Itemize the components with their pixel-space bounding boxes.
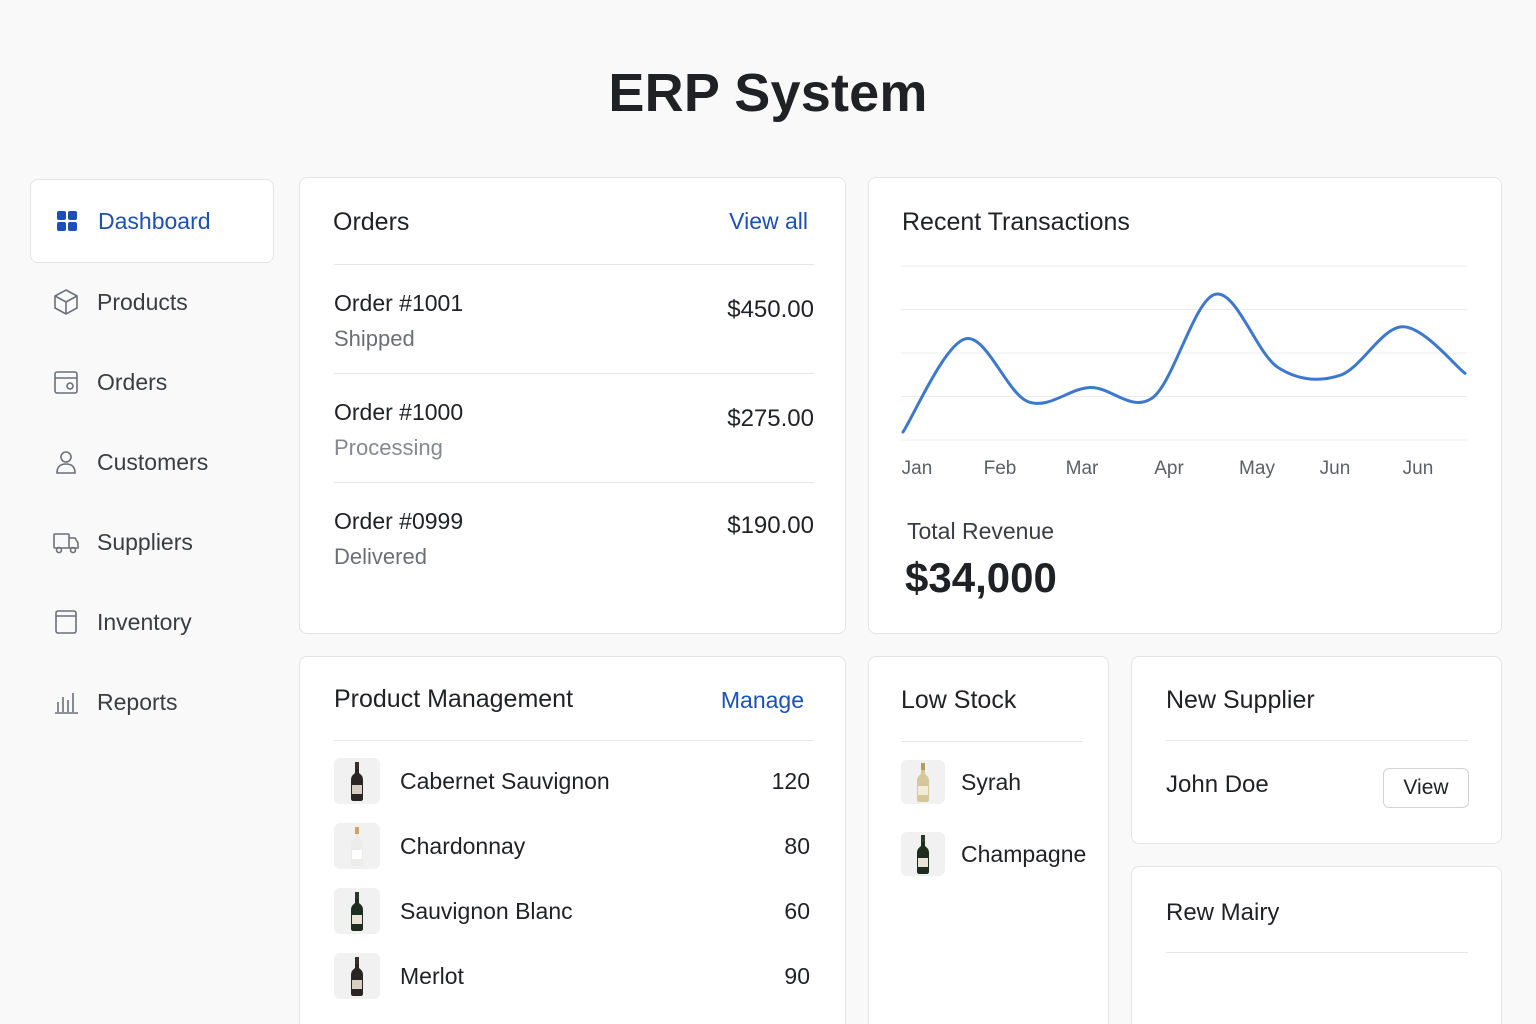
divider bbox=[334, 373, 814, 374]
revenue-label: Total Revenue bbox=[907, 518, 1055, 544]
order-id: Order #1001 bbox=[334, 290, 464, 316]
divider bbox=[1166, 740, 1468, 741]
inventory-icon bbox=[52, 608, 80, 636]
divider bbox=[334, 482, 814, 483]
product-management-title: Product Management bbox=[334, 685, 574, 713]
box-icon bbox=[52, 288, 80, 316]
sidebar-item-inventory[interactable]: Inventory bbox=[30, 581, 274, 663]
revenue-value: $34,000 bbox=[905, 554, 1057, 601]
product-name: Chardonnay bbox=[400, 832, 526, 859]
sidebar-item-dashboard[interactable]: Dashboard bbox=[30, 179, 274, 263]
product-management-card: Product Management Manage Cabernet Sauvi… bbox=[299, 656, 846, 1024]
wine-bottle-image bbox=[901, 832, 945, 876]
sidebar-item-customers[interactable]: Customers bbox=[30, 421, 274, 503]
sidebar: Dashboard Products Orders Customers Supp… bbox=[30, 179, 274, 741]
sidebar-item-label: Inventory bbox=[97, 608, 192, 635]
revenue-series-line bbox=[901, 292, 1467, 434]
sidebar-item-label: Customers bbox=[97, 448, 209, 475]
wine-bottle-image bbox=[334, 823, 380, 869]
sidebar-item-label: Reports bbox=[97, 688, 178, 715]
wine-bottle-image bbox=[334, 888, 380, 934]
orders-title: Orders bbox=[333, 208, 410, 236]
new-supplier-card: New Supplier John Doe View bbox=[1131, 656, 1502, 844]
product-name: Sauvignon Blanc bbox=[400, 897, 573, 924]
low-stock-item[interactable]: Syrah bbox=[901, 759, 1021, 805]
order-amount: $450.00 bbox=[727, 296, 814, 323]
order-row[interactable]: Order #0999 Delivered $190.00 bbox=[334, 508, 814, 616]
product-quantity: 60 bbox=[784, 897, 810, 924]
order-amount: $275.00 bbox=[727, 405, 814, 432]
orders-icon bbox=[52, 368, 80, 396]
wine-bottle-image bbox=[334, 953, 380, 999]
product-quantity: 90 bbox=[784, 962, 810, 989]
view-all-link[interactable]: View all bbox=[729, 208, 808, 235]
low-stock-item[interactable]: Champagne bbox=[901, 831, 1086, 877]
order-status: Shipped bbox=[334, 326, 415, 351]
orders-card: Orders View all Order #1001 Shipped $450… bbox=[299, 177, 846, 634]
product-row[interactable]: Cabernet Sauvignon 120 bbox=[334, 757, 810, 805]
sidebar-item-label: Dashboard bbox=[98, 207, 211, 234]
x-tick-label: Jan bbox=[902, 458, 933, 479]
order-id: Order #1000 bbox=[334, 399, 464, 425]
product-row[interactable]: Sauvignon Blanc 60 bbox=[334, 887, 810, 935]
low-stock-name: Champagne bbox=[961, 840, 1087, 867]
sidebar-item-orders[interactable]: Orders bbox=[30, 341, 274, 423]
low-stock-name: Syrah bbox=[961, 768, 1022, 795]
product-name: Cabernet Sauvignon bbox=[400, 767, 610, 794]
order-row[interactable]: Order #1000 Processing $275.00 bbox=[334, 399, 814, 507]
low-stock-card: Low Stock Syrah Champagne bbox=[868, 656, 1109, 1024]
grid-icon bbox=[53, 207, 81, 235]
x-tick-label: Apr bbox=[1154, 458, 1184, 479]
page-title: ERP System bbox=[608, 63, 928, 123]
order-row[interactable]: Order #1001 Shipped $450.00 bbox=[334, 290, 814, 398]
supplier-card: Rew Mairy bbox=[1131, 866, 1502, 1024]
divider bbox=[334, 264, 814, 265]
order-status: Delivered bbox=[334, 544, 427, 569]
x-tick-label: Jun bbox=[1320, 458, 1351, 479]
view-supplier-button[interactable]: View bbox=[1383, 768, 1469, 808]
line-chart: Jan Feb Mar Apr May Jun Jun bbox=[901, 265, 1467, 479]
bar-chart-icon bbox=[52, 688, 80, 716]
wine-bottle-image bbox=[334, 758, 380, 804]
divider bbox=[1166, 952, 1468, 953]
x-tick-label: Mar bbox=[1066, 458, 1099, 479]
product-quantity: 120 bbox=[771, 767, 810, 794]
manage-link[interactable]: Manage bbox=[721, 687, 804, 714]
product-row[interactable]: Merlot 90 bbox=[334, 952, 810, 1000]
transactions-card: Recent Transactions Jan Feb Mar Apr May Jun Ju… bbox=[868, 177, 1502, 634]
supplier-name: Rew Mairy bbox=[1166, 899, 1280, 926]
truck-icon bbox=[52, 528, 80, 556]
order-id: Order #0999 bbox=[334, 508, 464, 534]
low-stock-title: Low Stock bbox=[901, 686, 1017, 714]
x-tick-label: Feb bbox=[984, 458, 1017, 479]
product-row[interactable]: Chardonnay 80 bbox=[334, 822, 810, 870]
divider bbox=[334, 740, 814, 741]
x-tick-label: May bbox=[1239, 458, 1275, 479]
user-icon bbox=[52, 448, 80, 476]
sidebar-item-reports[interactable]: Reports bbox=[30, 661, 274, 743]
divider bbox=[901, 741, 1083, 742]
supplier-name: John Doe bbox=[1166, 771, 1269, 798]
sidebar-item-label: Suppliers bbox=[97, 528, 193, 555]
sidebar-item-products[interactable]: Products bbox=[30, 261, 274, 343]
product-name: Merlot bbox=[400, 962, 464, 989]
wine-bottle-image bbox=[901, 760, 945, 804]
new-supplier-title: New Supplier bbox=[1166, 686, 1315, 714]
order-status: Processing bbox=[334, 435, 443, 460]
order-amount: $190.00 bbox=[727, 512, 814, 539]
sidebar-item-suppliers[interactable]: Suppliers bbox=[30, 501, 274, 583]
product-quantity: 80 bbox=[784, 832, 810, 859]
sidebar-item-label: Orders bbox=[97, 368, 168, 395]
sidebar-item-label: Products bbox=[97, 288, 188, 315]
transactions-title: Recent Transactions bbox=[902, 208, 1130, 236]
x-tick-label: Jun bbox=[1403, 458, 1434, 479]
